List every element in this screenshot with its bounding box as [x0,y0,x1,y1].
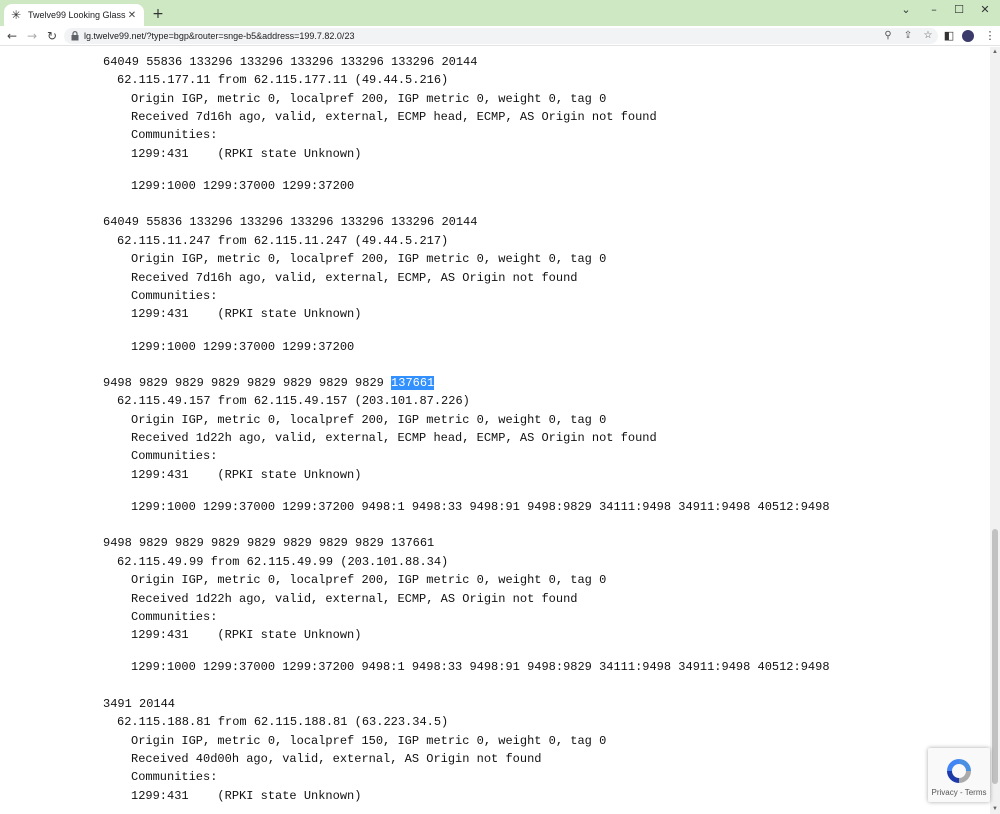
communities-label: Communities: [131,128,218,142]
title-bar: ✳ Twelve99 Looking Glass ✕ + ⌄ – ☐ ✕ [0,0,1000,26]
browser-toolbar: ← → ↻ lg.twelve99.net/?type=bgp&router=s… [0,26,1000,46]
community-list: 1299:1000 1299:37000 1299:37200 9498:1 9… [131,660,830,674]
communities-label: Communities: [131,610,218,624]
route-received: Received 7d16h ago, valid, external, ECM… [131,110,657,124]
minimize-icon[interactable]: – [924,3,944,17]
as-path-text: 9498 9829 9829 9829 9829 9829 9829 9829 [103,376,392,390]
community-rpki: 1299:431 (RPKI state Unknown) [131,147,362,161]
community-list: 1299:1000 1299:37000 1299:37200 9498:1 9… [131,500,830,514]
community-rpki: 1299:431 (RPKI state Unknown) [131,307,362,321]
tab-close-icon[interactable]: ✕ [126,10,138,21]
close-window-icon[interactable]: ✕ [975,3,995,17]
community-rpki: 1299:431 (RPKI state Unknown) [131,789,362,803]
share-icon[interactable]: ⇪ [902,29,914,43]
route-as-path: 9498 9829 9829 9829 9829 9829 9829 9829 … [103,376,435,390]
selected-text[interactable]: 137661 [391,376,435,390]
back-arrow-icon[interactable]: ← [4,28,20,44]
address-bar[interactable]: lg.twelve99.net/?type=bgp&router=snge-b5… [64,28,938,44]
community-list: 1299:1000 1299:37000 1299:37200 [131,340,355,354]
route-nexthop: 62.115.49.99 from 62.115.49.99 (203.101.… [117,555,449,569]
community-rpki: 1299:431 (RPKI state Unknown) [131,468,362,482]
route-as-path: 9498 9829 9829 9829 9829 9829 9829 9829 … [103,536,435,550]
route-received: Received 1d22h ago, valid, external, ECM… [131,431,657,445]
tab-title: Twelve99 Looking Glass [28,10,126,20]
profile-avatar[interactable] [962,30,974,42]
browser-tab[interactable]: ✳ Twelve99 Looking Glass ✕ [4,4,144,26]
communities-label: Communities: [131,449,218,463]
route-as-path: 64049 55836 133296 133296 133296 133296 … [103,55,478,69]
route-nexthop: 62.115.177.11 from 62.115.177.11 (49.44.… [117,73,449,87]
route-as-path: 64049 55836 133296 133296 133296 133296 … [103,215,478,229]
route-received: Received 7d16h ago, valid, external, ECM… [131,271,578,285]
communities-label: Communities: [131,770,218,784]
route-origin: Origin IGP, metric 0, localpref 150, IGP… [131,734,607,748]
route-nexthop: 62.115.11.247 from 62.115.11.247 (49.44.… [117,234,449,248]
route-origin: Origin IGP, metric 0, localpref 200, IGP… [131,573,607,587]
route-origin: Origin IGP, metric 0, localpref 200, IGP… [131,92,607,106]
tab-search-chevron-icon[interactable]: ⌄ [896,3,916,17]
reload-icon[interactable]: ↻ [44,28,60,44]
forward-arrow-icon[interactable]: → [24,28,40,44]
route-origin: Origin IGP, metric 0, localpref 200, IGP… [131,413,607,427]
bookmark-star-icon[interactable]: ☆ [922,29,934,43]
recaptcha-privacy-terms[interactable]: Privacy - Terms [928,788,990,797]
route-origin: Origin IGP, metric 0, localpref 200, IGP… [131,252,607,266]
vertical-scrollbar[interactable]: ▲ ▼ [990,47,1000,814]
asterisk-favicon-icon: ✳ [10,8,22,22]
recaptcha-badge[interactable]: Privacy - Terms [928,748,990,802]
url-text: lg.twelve99.net/?type=bgp&router=snge-b5… [84,31,355,41]
sidebar-icon[interactable]: ◧ [941,28,957,44]
community-rpki: 1299:431 (RPKI state Unknown) [131,628,362,642]
route-as-path: 3491 20144 [103,697,176,711]
community-list: 1299:1000 1299:37000 1299:37200 [131,179,355,193]
recaptcha-logo-icon [947,759,971,783]
lock-icon [70,31,80,41]
route-received: Received 40d00h ago, valid, external, AS… [131,752,542,766]
scroll-down-arrow-icon[interactable]: ▼ [990,804,1000,814]
bgp-output: 64049 55836 133296 133296 133296 133296 … [0,47,990,814]
menu-kebab-icon[interactable]: ⋮ [982,28,998,44]
maximize-icon[interactable]: ☐ [949,3,969,17]
route-received: Received 1d22h ago, valid, external, ECM… [131,592,578,606]
route-nexthop: 62.115.49.157 from 62.115.49.157 (203.10… [117,394,470,408]
scroll-up-arrow-icon[interactable]: ▲ [990,47,1000,57]
scrollbar-thumb[interactable] [992,529,998,784]
communities-label: Communities: [131,289,218,303]
new-tab-icon[interactable]: + [150,6,166,22]
route-nexthop: 62.115.188.81 from 62.115.188.81 (63.223… [117,715,449,729]
zoom-icon[interactable]: ⚲ [882,29,894,43]
